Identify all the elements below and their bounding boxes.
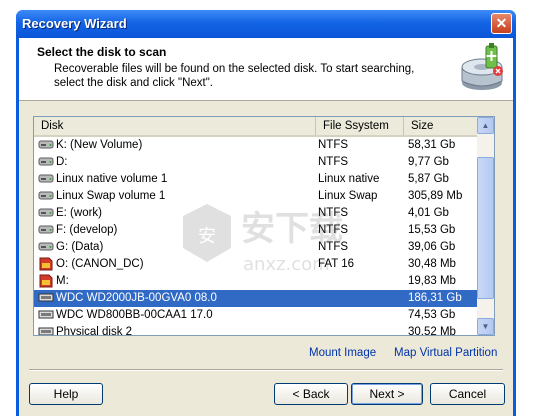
hard-disk-icon bbox=[38, 293, 54, 302]
disk-file-system: NTFS bbox=[318, 207, 349, 219]
window-title: Recovery Wizard bbox=[22, 16, 127, 31]
dialog-client: Select the disk to scan Recoverable file… bbox=[19, 38, 513, 416]
map-virtual-partition-link[interactable]: Map Virtual Partition bbox=[394, 347, 497, 359]
disk-row[interactable]: G: (Data) NTFS 39,06 Gb bbox=[34, 239, 478, 256]
disk-rows: K: (New Volume) NTFS 58,31 Gb D: NTFS 9,… bbox=[34, 137, 478, 336]
disk-file-system: NTFS bbox=[318, 224, 349, 236]
memory-card-icon bbox=[39, 257, 53, 271]
title-bar[interactable]: Recovery Wizard ✕ bbox=[16, 10, 516, 38]
disk-size: 30,52 Mb bbox=[408, 326, 456, 336]
disk-file-system: NTFS bbox=[318, 241, 349, 253]
disk-row-selected[interactable]: WDC WD2000JB-00GVA0 08.0 186,31 Gb bbox=[34, 290, 478, 307]
header-title: Select the disk to scan bbox=[37, 45, 167, 59]
disk-name: Linux Swap volume 1 bbox=[56, 190, 166, 202]
disk-size: 58,31 Gb bbox=[408, 139, 456, 151]
disk-size: 4,01 Gb bbox=[408, 207, 449, 219]
disk-row[interactable]: D: NTFS 9,77 Gb bbox=[34, 154, 478, 171]
disk-row[interactable]: F: (develop) NTFS 15,53 Gb bbox=[34, 222, 478, 239]
drive-icon bbox=[38, 225, 54, 234]
drive-icon bbox=[38, 140, 54, 149]
column-disk[interactable]: Disk bbox=[34, 117, 316, 135]
wizard-header: Select the disk to scan Recoverable file… bbox=[19, 38, 513, 101]
disk-file-system: FAT 16 bbox=[318, 258, 355, 270]
disk-name: Linux native volume 1 bbox=[56, 173, 168, 185]
button-separator bbox=[29, 369, 503, 371]
column-size[interactable]: Size bbox=[404, 117, 478, 135]
next-button[interactable]: Next > bbox=[351, 383, 423, 405]
disk-size: 9,77 Gb bbox=[408, 156, 449, 168]
disk-size: 74,53 Gb bbox=[408, 309, 456, 321]
disk-list-header: Disk File Ssystem Size bbox=[34, 117, 478, 137]
disk-name: G: (Data) bbox=[56, 241, 104, 253]
disk-row[interactable]: WDC WD800BB-00CAA1 17.0 74,53 Gb bbox=[34, 307, 478, 324]
disk-file-system: Linux native bbox=[318, 173, 380, 185]
disk-size: 30,48 Mb bbox=[408, 258, 456, 270]
vertical-scrollbar[interactable]: ▲ ▼ bbox=[477, 117, 494, 335]
disk-name: F: (develop) bbox=[56, 224, 118, 236]
disk-file-system: Linux Swap bbox=[318, 190, 378, 202]
disk-row[interactable]: M: 19,83 Mb bbox=[34, 273, 478, 290]
disk-size: 19,83 Mb bbox=[408, 275, 456, 287]
hard-disk-icon bbox=[38, 327, 54, 335]
disk-name: O: (CANON_DC) bbox=[56, 258, 144, 270]
disk-name: Physical disk 2 bbox=[56, 326, 133, 336]
disk-name: K: (New Volume) bbox=[56, 139, 143, 151]
recovery-wizard-window: Recovery Wizard ✕ Select the disk to sca… bbox=[16, 10, 516, 416]
cancel-button[interactable]: Cancel bbox=[430, 383, 505, 405]
disk-row[interactable]: Linux Swap volume 1 Linux Swap 305,89 Mb bbox=[34, 188, 478, 205]
disk-recovery-icon bbox=[461, 43, 503, 90]
disk-row[interactable]: O: (CANON_DC) FAT 16 30,48 Mb bbox=[34, 256, 478, 273]
disk-name: D: bbox=[56, 156, 68, 168]
scroll-thumb[interactable] bbox=[477, 157, 494, 299]
drive-icon bbox=[38, 157, 54, 166]
scroll-up-button[interactable]: ▲ bbox=[477, 117, 494, 134]
close-button[interactable]: ✕ bbox=[491, 13, 512, 34]
mount-image-link[interactable]: Mount Image bbox=[309, 347, 376, 359]
drive-icon bbox=[38, 174, 54, 183]
disk-size: 186,31 Gb bbox=[408, 292, 462, 304]
memory-card-icon bbox=[39, 274, 53, 288]
disk-size: 5,87 Gb bbox=[408, 173, 449, 185]
drive-icon bbox=[38, 242, 54, 251]
help-button[interactable]: Help bbox=[29, 383, 103, 405]
disk-name: E: (work) bbox=[56, 207, 102, 219]
disk-list[interactable]: Disk File Ssystem Size K: (New Volume) N… bbox=[33, 116, 495, 336]
drive-icon bbox=[38, 208, 54, 217]
drive-icon bbox=[38, 191, 54, 200]
disk-row[interactable]: E: (work) NTFS 4,01 Gb bbox=[34, 205, 478, 222]
back-button[interactable]: < Back bbox=[274, 383, 348, 405]
disk-row[interactable]: Linux native volume 1 Linux native 5,87 … bbox=[34, 171, 478, 188]
disk-name: WDC WD800BB-00CAA1 17.0 bbox=[56, 309, 213, 321]
disk-row[interactable]: K: (New Volume) NTFS 58,31 Gb bbox=[34, 137, 478, 154]
header-description: Recoverable files will be found on the s… bbox=[54, 63, 415, 89]
scroll-down-button[interactable]: ▼ bbox=[477, 318, 494, 335]
disk-file-system: NTFS bbox=[318, 139, 349, 151]
disk-name: M: bbox=[56, 275, 69, 287]
disk-name: WDC WD2000JB-00GVA0 08.0 bbox=[56, 292, 217, 304]
disk-size: 39,06 Gb bbox=[408, 241, 456, 253]
disk-size: 305,89 Mb bbox=[408, 190, 463, 202]
hard-disk-icon bbox=[38, 310, 54, 319]
column-file-system[interactable]: File Ssystem bbox=[316, 117, 404, 135]
disk-size: 15,53 Gb bbox=[408, 224, 456, 236]
disk-row[interactable]: Physical disk 2 30,52 Mb bbox=[34, 324, 478, 336]
disk-file-system: NTFS bbox=[318, 156, 349, 168]
